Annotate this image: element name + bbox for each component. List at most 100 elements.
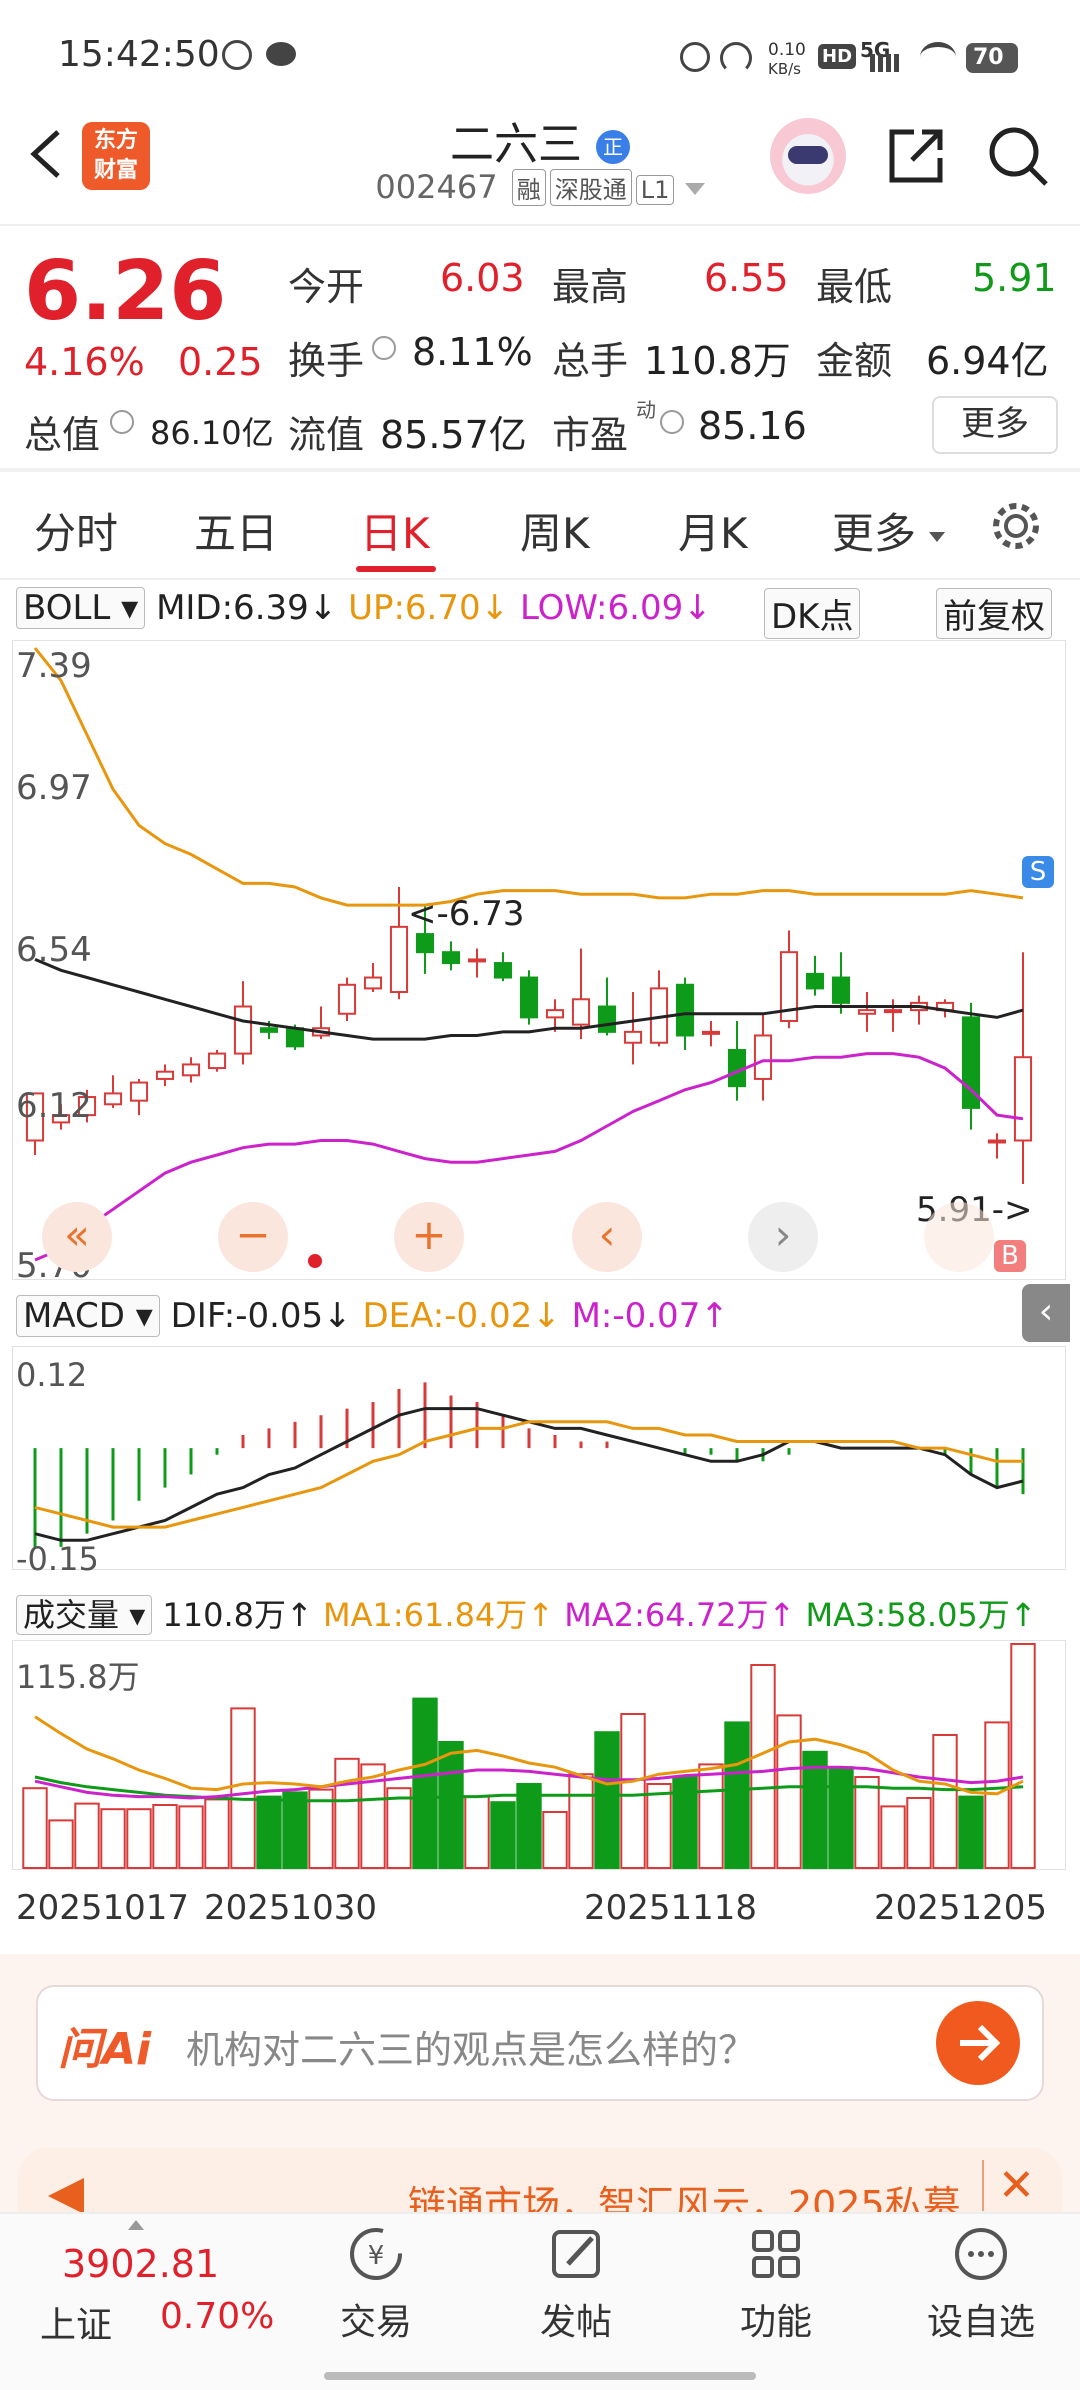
volume-ma3: MA3:58.05万↑ bbox=[805, 1596, 1037, 1634]
low-value: 5.91 bbox=[972, 256, 1057, 300]
mcap-value: 86.10亿 bbox=[150, 414, 274, 452]
info-icon[interactable] bbox=[372, 336, 396, 360]
volume-label: 总手 bbox=[552, 339, 629, 383]
stock-badge: 正 bbox=[596, 130, 630, 164]
nav-functions[interactable]: 功能 bbox=[716, 2224, 836, 2345]
stock-code: 002467 bbox=[375, 168, 498, 206]
volume-bar bbox=[698, 1763, 724, 1869]
status-time: 15:42:50 bbox=[58, 34, 220, 75]
volume-bar bbox=[230, 1707, 256, 1870]
volume-bar bbox=[282, 1791, 308, 1869]
gear-icon bbox=[993, 503, 1039, 549]
scroll-right-button[interactable]: › bbox=[748, 1202, 818, 1272]
macd-dea: DEA:-0.02↓ bbox=[362, 1296, 561, 1336]
dk-point-button[interactable]: DK点 bbox=[764, 588, 861, 639]
tab-weekly-k[interactable]: 周K bbox=[520, 500, 590, 561]
zoom-out-button[interactable]: − bbox=[218, 1202, 288, 1272]
pe-superscript: 动 bbox=[636, 398, 656, 422]
index-value[interactable]: 3902.81 bbox=[62, 2242, 219, 2286]
volume-ma2: MA2:64.72万↑ bbox=[564, 1596, 796, 1634]
ai-ask-bar[interactable]: 问Ai 机构对二六三的观点是怎么样的？ bbox=[36, 1985, 1044, 2101]
amount-value: 6.94亿 bbox=[926, 339, 1049, 383]
price-adjust-button[interactable]: 前复权 bbox=[936, 588, 1052, 639]
tab-five-day[interactable]: 五日 bbox=[194, 500, 278, 561]
index-change[interactable]: 0.70% bbox=[160, 2296, 274, 2337]
chevron-down-icon[interactable] bbox=[684, 183, 705, 195]
macd-chart[interactable] bbox=[12, 1346, 1066, 1570]
change-abs: 0.25 bbox=[178, 340, 263, 384]
edit-icon bbox=[552, 2230, 600, 2278]
candle bbox=[545, 1009, 565, 1019]
nav-add-watchlist[interactable]: 设自选 bbox=[916, 2224, 1046, 2345]
ytick-label: 6.97 bbox=[16, 768, 92, 808]
macd-border bbox=[12, 1346, 1066, 1570]
tab-daily-k[interactable]: 日K bbox=[360, 500, 430, 561]
scroll-fast-right-button[interactable] bbox=[924, 1202, 994, 1272]
info-icon[interactable] bbox=[660, 410, 684, 434]
bottom-nav: 3902.81 上证 0.70% ¥ 交易 发帖 功能 设自选 bbox=[0, 2212, 1080, 2390]
volume-value: 110.8万↑ bbox=[162, 1596, 313, 1634]
net-speed-unit: KB/s bbox=[768, 60, 801, 78]
volume-bar bbox=[750, 1664, 776, 1869]
candle bbox=[363, 976, 383, 990]
volume-bar bbox=[646, 1783, 672, 1869]
low-label: 最低 bbox=[816, 265, 893, 309]
volume-bar bbox=[802, 1750, 828, 1869]
volume-chart[interactable] bbox=[12, 1640, 1066, 1870]
speed-icon bbox=[720, 42, 752, 74]
alarm-icon bbox=[680, 42, 710, 72]
sell-signal-badge[interactable]: S bbox=[1022, 856, 1054, 888]
tab-intraday[interactable]: 分时 bbox=[34, 500, 118, 561]
more-button[interactable]: 更多 bbox=[932, 396, 1058, 454]
nav-trade[interactable]: ¥ 交易 bbox=[316, 2224, 436, 2345]
macd-ytick-label: -0.15 bbox=[16, 1540, 99, 1578]
scroll-left-button[interactable]: ‹ bbox=[572, 1202, 642, 1272]
volume-bar bbox=[906, 1797, 932, 1869]
indicator-select-volume[interactable]: 成交量 ▾ bbox=[16, 1595, 153, 1635]
info-icon[interactable] bbox=[110, 410, 134, 434]
collapse-panel-button[interactable]: ‹ bbox=[1022, 1284, 1070, 1342]
high-price-marker: <-6.73 bbox=[408, 894, 525, 934]
indicator-select-macd[interactable]: MACD ▾ bbox=[16, 1295, 160, 1337]
candle bbox=[103, 1092, 123, 1106]
close-icon[interactable]: ✕ bbox=[982, 2160, 1035, 2211]
tab-monthly-k[interactable]: 月K bbox=[678, 500, 748, 561]
caret-down-icon bbox=[929, 531, 946, 542]
candle bbox=[233, 1005, 253, 1055]
index-name[interactable]: 上证 bbox=[40, 2296, 112, 2348]
zoom-in-button[interactable]: + bbox=[394, 1202, 464, 1272]
search-button[interactable] bbox=[986, 124, 1050, 188]
volume-bar bbox=[854, 1776, 880, 1869]
share-icon bbox=[889, 129, 943, 183]
robot-assistant-icon[interactable] bbox=[770, 118, 846, 194]
macd-dif: DIF:-0.05↓ bbox=[170, 1296, 352, 1336]
share-button[interactable] bbox=[884, 124, 948, 188]
volume-bar bbox=[776, 1714, 802, 1870]
macd-ytick-label: 0.12 bbox=[16, 1356, 88, 1394]
buy-signal-badge[interactable]: B bbox=[994, 1240, 1026, 1272]
kline-chart[interactable] bbox=[12, 640, 1066, 1280]
svg-text:¥: ¥ bbox=[368, 2241, 385, 2271]
candle bbox=[1013, 1056, 1033, 1142]
pe-value: 85.16 bbox=[698, 404, 807, 448]
nav-post[interactable]: 发帖 bbox=[516, 2224, 636, 2345]
volume-bar bbox=[1010, 1643, 1036, 1869]
scroll-fast-left-button[interactable]: « bbox=[42, 1202, 112, 1272]
float-label: 流值 bbox=[288, 413, 365, 457]
index-caret-icon bbox=[128, 2220, 144, 2230]
ai-send-button[interactable] bbox=[936, 2001, 1020, 2085]
indicator-select-boll[interactable]: BOLL ▾ bbox=[16, 587, 146, 629]
settings-button[interactable] bbox=[990, 500, 1042, 552]
boll-low: LOW:6.09↓ bbox=[519, 588, 712, 628]
macd-m: M:-0.07↑ bbox=[571, 1296, 729, 1336]
volume-bar bbox=[620, 1713, 646, 1869]
candle bbox=[155, 1070, 175, 1080]
candle bbox=[753, 1034, 773, 1080]
arrow-right-icon bbox=[960, 2024, 1001, 2062]
more-dots-icon bbox=[955, 2228, 1007, 2280]
volume-bar bbox=[542, 1811, 568, 1869]
volume-legend: 成交量 ▾ 110.8万↑ MA1:61.84万↑ MA2:64.72万↑ MA… bbox=[16, 1590, 1037, 1636]
tab-more[interactable]: 更多 bbox=[832, 500, 946, 561]
candle bbox=[493, 962, 513, 979]
nav-add-watchlist-label: 设自选 bbox=[926, 2302, 1035, 2343]
